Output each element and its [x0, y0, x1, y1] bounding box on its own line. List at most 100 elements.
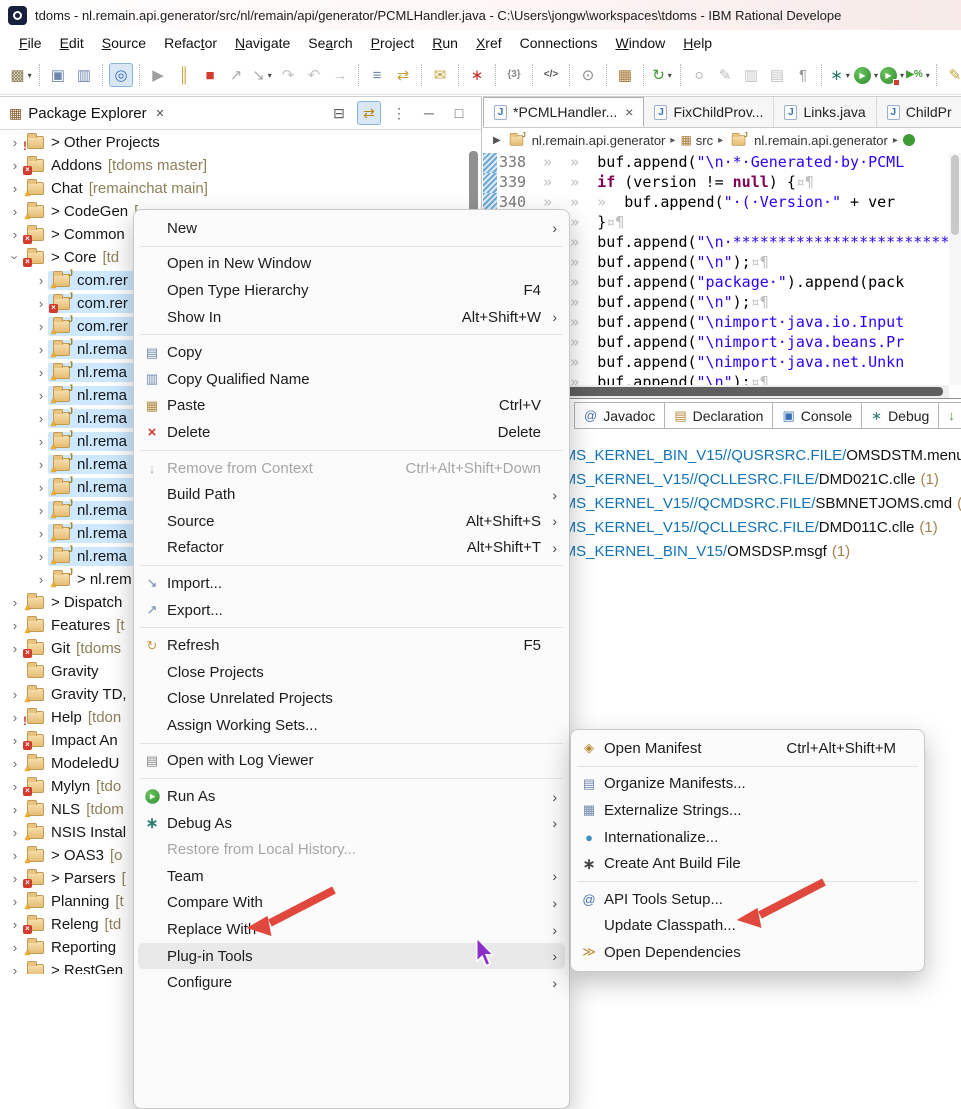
resume-icon[interactable]: ▶ — [146, 63, 170, 87]
expander-icon[interactable]: › — [34, 457, 48, 472]
tab-javadoc[interactable]: @Javadoc — [574, 402, 665, 429]
step-over-icon[interactable]: → — [328, 63, 352, 87]
breadcrumb-item[interactable]: nl.remain.api.generator — [532, 133, 666, 148]
editor-tab-childpr[interactable]: JChildPr — [877, 97, 961, 127]
code-view-icon[interactable]: </> — [539, 63, 563, 87]
menu-item-open-dependencies[interactable]: ≫Open Dependencies — [575, 939, 920, 966]
new-wizard-icon[interactable]: ▩▾ — [9, 63, 33, 87]
expander-icon[interactable]: › — [34, 434, 48, 449]
expander-icon[interactable]: › — [8, 251, 23, 265]
result-row[interactable]: OMS_KERNEL_V15//QCLLESRC.FILE/DMD021C.cl… — [552, 468, 961, 492]
expander-icon[interactable]: › — [34, 296, 48, 311]
menu-item-export[interactable]: ↗Export... — [138, 597, 565, 624]
editor-tab-pcmlhandler[interactable]: J*PCMLHandler...× — [483, 97, 644, 127]
expander-icon[interactable]: › — [8, 825, 22, 840]
menu-item-delete[interactable]: ×DeleteDelete — [138, 419, 565, 446]
menubar-item-project[interactable]: Project — [362, 33, 424, 53]
expander-icon[interactable]: › — [8, 181, 22, 196]
expander-icon[interactable]: › — [8, 204, 22, 219]
coverage-icon[interactable]: ▶▾ — [880, 63, 904, 87]
menu-item-close-unrelated-projects[interactable]: Close Unrelated Projects — [138, 686, 565, 713]
save-icon[interactable]: ▣ — [46, 63, 70, 87]
expander-icon[interactable]: › — [8, 618, 22, 633]
error-reporting-icon[interactable]: ∗ — [465, 63, 489, 87]
disconnect-icon[interactable]: ↗ — [224, 63, 248, 87]
copy-edit-icon[interactable]: ▥ — [739, 63, 763, 87]
expander-icon[interactable]: › — [8, 733, 22, 748]
expander-icon[interactable]: › — [34, 480, 48, 495]
expander-icon[interactable]: › — [34, 549, 48, 564]
result-file[interactable]: OMSDSP.msgf — [727, 543, 827, 560]
expander-icon[interactable]: › — [34, 388, 48, 403]
menu-item-source[interactable]: SourceAlt+Shift+S› — [138, 508, 565, 535]
profile-icon[interactable]: ▶%▾ — [906, 63, 930, 87]
menu-item-debug-as[interactable]: ∗Debug As› — [138, 810, 565, 837]
open-task-icon[interactable]: ⊙ — [576, 63, 600, 87]
expander-icon[interactable]: › — [34, 526, 48, 541]
close-view-icon[interactable]: × — [156, 105, 165, 122]
tree-item-chat[interactable]: ›▲Chat[remainchat main] — [0, 177, 480, 200]
breadcrumb-item[interactable]: src — [696, 133, 713, 148]
menu-item-build-path[interactable]: Build Path› — [138, 481, 565, 508]
result-file[interactable]: DMD011C.clle — [819, 519, 915, 536]
menu-item-copy[interactable]: ▤Copy — [138, 339, 565, 366]
menu-item-open-type-hierarchy[interactable]: Open Type HierarchyF4 — [138, 277, 565, 304]
open-type-icon[interactable]: {3} — [502, 63, 526, 87]
result-file[interactable]: SBMNETJOMS.cmd — [815, 495, 952, 512]
menubar-item-help[interactable]: Help — [674, 33, 721, 53]
new-plugin-icon[interactable]: ▦ — [613, 63, 637, 87]
expander-icon[interactable]: › — [8, 158, 22, 173]
expander-icon[interactable]: › — [8, 940, 22, 955]
result-row[interactable]: OMS_KERNEL_V15//QCLLESRC.FILE/DMD011C.cl… — [552, 516, 961, 540]
result-row[interactable]: OMS_KERNEL_V15//QCMDSRC.FILE/SBMNETJOMS.… — [552, 492, 961, 516]
expander-icon[interactable]: › — [8, 871, 22, 886]
show-whitespace-icon[interactable]: ¶ — [791, 63, 815, 87]
view-menu-icon[interactable]: ⋮ — [387, 101, 411, 125]
expander-icon[interactable]: › — [8, 756, 22, 771]
editor-tab-links-java[interactable]: JLinks.java — [774, 97, 876, 127]
menubar-item-xref[interactable]: Xref — [467, 33, 511, 53]
menubar-item-window[interactable]: Window — [606, 33, 674, 53]
menubar-item-refactor[interactable]: Refactor — [155, 33, 226, 53]
fix-icon[interactable]: ✎ — [713, 63, 737, 87]
menu-item-show-in[interactable]: Show InAlt+Shift+W› — [138, 304, 565, 331]
search-marker-icon[interactable]: ○ — [687, 63, 711, 87]
menu-item-open-with-log-viewer[interactable]: ▤Open with Log Viewer — [138, 748, 565, 775]
menubar-item-connections[interactable]: Connections — [511, 33, 607, 53]
menu-item-paste[interactable]: ▦PasteCtrl+V — [138, 393, 565, 420]
expander-icon[interactable]: › — [34, 342, 48, 357]
expander-icon[interactable]: › — [8, 848, 22, 863]
toggle-step-filters-icon[interactable]: ⇄ — [391, 63, 415, 87]
breadcrumb-item[interactable]: nl.remain.api.generator — [754, 133, 888, 148]
result-row[interactable]: OMS_KERNEL_BIN_V15//QUSRSRC.FILE/OMSDSTM… — [552, 444, 961, 468]
expander-icon[interactable]: › — [8, 963, 22, 974]
expander-icon[interactable]: › — [8, 595, 22, 610]
menu-item-run-as[interactable]: ▶Run As› — [138, 783, 565, 810]
tab-declaration[interactable]: ▤Declaration — [664, 402, 773, 429]
pause-icon[interactable]: ║ — [172, 63, 196, 87]
menu-item-close-projects[interactable]: Close Projects — [138, 659, 565, 686]
expander-icon[interactable]: › — [8, 779, 22, 794]
menu-item-refactor[interactable]: RefactorAlt+Shift+T› — [138, 535, 565, 562]
expander-icon[interactable]: › — [8, 641, 22, 656]
menu-item-open-manifest[interactable]: ◈Open ManifestCtrl+Alt+Shift+M — [575, 735, 920, 762]
step-back-icon[interactable]: ↶ — [302, 63, 326, 87]
refresh-remote-icon[interactable]: ↻▾ — [650, 63, 674, 87]
menu-item-copy-qualified-name[interactable]: ▥Copy Qualified Name — [138, 366, 565, 393]
collapse-all-icon[interactable]: ⊟ — [327, 101, 351, 125]
tab-debug[interactable]: ∗Debug — [861, 402, 939, 429]
expander-icon[interactable]: › — [8, 802, 22, 817]
menu-item-import[interactable]: ↘Import... — [138, 570, 565, 597]
tab-close-icon[interactable]: × — [625, 104, 633, 120]
expander-icon[interactable]: › — [34, 503, 48, 518]
result-row[interactable]: OMS_KERNEL_BIN_V15/OMSDSP.msgf(1) — [552, 540, 961, 564]
expander-icon[interactable]: › — [8, 687, 22, 702]
menubar-item-file[interactable]: File — [10, 33, 51, 53]
feedback-icon[interactable]: ✉ — [428, 63, 452, 87]
tree-item-other-projects[interactable]: ›!> Other Projects — [0, 131, 480, 154]
menu-item-replace-with[interactable]: Replace With› — [138, 916, 565, 943]
show-selected-element-icon[interactable]: ≡ — [365, 63, 389, 87]
result-file[interactable]: OMSDSTM.menu — [846, 447, 961, 464]
menu-item-externalize-strings[interactable]: ▦Externalize Strings... — [575, 797, 920, 824]
expander-icon[interactable]: › — [34, 411, 48, 426]
